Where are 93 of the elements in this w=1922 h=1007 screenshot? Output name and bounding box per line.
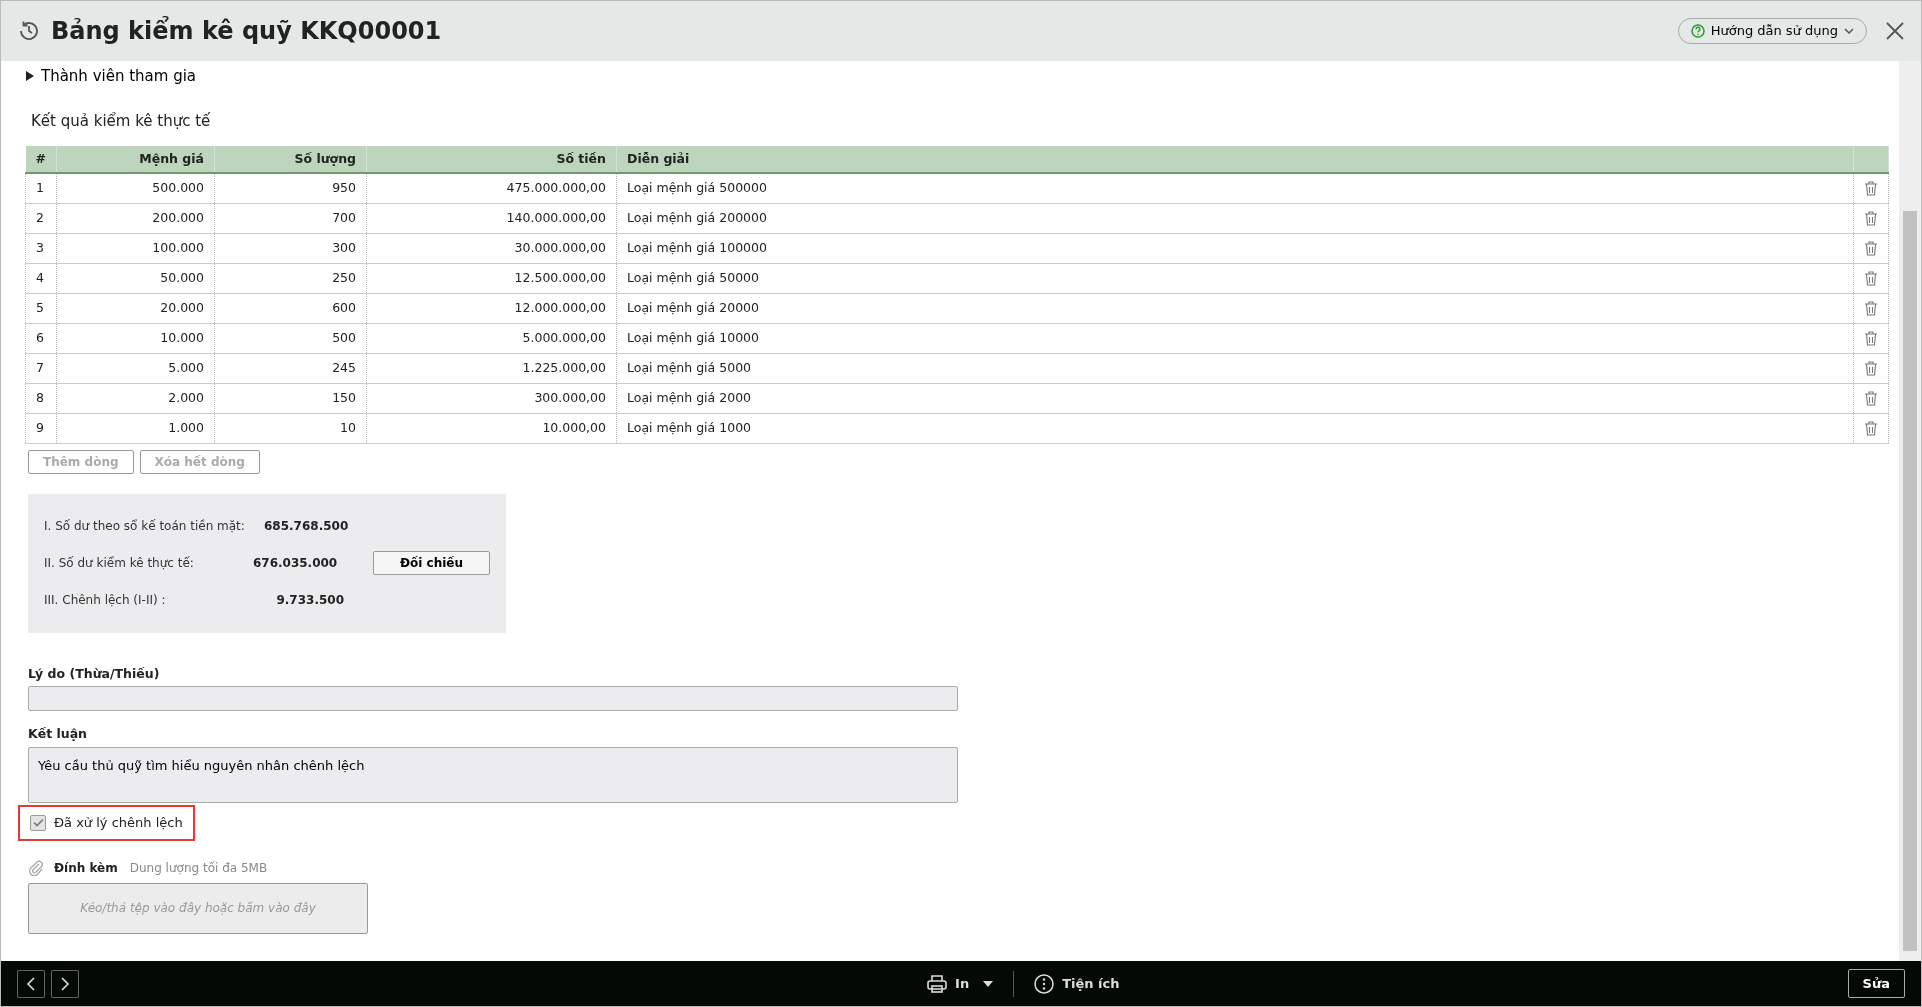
column-header: Số tiền [366,146,617,173]
help-icon [1690,24,1705,38]
table-cell: 30.000.000,00 [366,233,617,263]
conclusion-field[interactable]: Yêu cầu thủ quỹ tìm hiểu nguyên nhân chênh lệch [28,747,958,803]
trash-icon[interactable] [1864,180,1878,196]
previous-button[interactable] [17,969,45,998]
summary-label: I. Số dư theo sổ kế toán tiền mặt: [44,518,246,535]
table-cell: 245 [214,353,367,383]
table-cell: 10.000,00 [366,413,617,443]
trash-icon[interactable] [1864,240,1878,256]
trash-icon[interactable] [1864,270,1878,286]
members-expander[interactable]: Thành viên tham gia [25,65,197,88]
table-cell: Loại mệnh giá 100000 [616,233,1854,263]
table-cell: 500.000 [56,173,215,203]
table-cell: 12.000.000,00 [366,293,617,323]
table-cell: 200.000 [56,203,215,233]
edit-button[interactable]: Sửa [1847,968,1905,999]
table-cell: 950 [214,173,367,203]
table-cell: 250 [214,263,367,293]
info-icon [1034,973,1055,994]
column-header: Diễn giải [616,146,1854,173]
caret-icon[interactable] [983,980,994,987]
chevron-right-icon [60,976,70,991]
table-cell: 9 [25,413,57,443]
close-button[interactable] [1885,21,1905,41]
window-title: Bảng kiểm kê quỹ KKQ00001 [51,16,442,46]
printer-icon [927,974,948,993]
summary-label: II. Số dư kiểm kê thực tế: [44,555,195,572]
table-cell: 1.000 [56,413,215,443]
reconcile-button[interactable]: Đối chiếu [372,551,490,575]
checkbox[interactable] [30,814,46,831]
table-cell: Loại mệnh giá 20000 [616,293,1854,323]
table-cell: 700 [214,203,367,233]
table-cell: 475.000.000,00 [366,173,617,203]
table-cell: 10.000 [56,323,215,353]
table-cell: Loại mệnh giá 1000 [616,413,1854,443]
paperclip-icon [28,859,44,876]
history-icon [17,19,41,43]
summary-label: III. Chênh lệch (I-II) : [44,592,167,609]
utilities-button[interactable]: Tiện ích [1034,973,1120,994]
section-title: Kết quả kiểm kê thực tế [31,110,212,132]
table-cell: 50.000 [56,263,215,293]
trash-icon[interactable] [1864,420,1878,436]
column-header: Mệnh giá [56,146,215,173]
table-cell: 2 [25,203,57,233]
next-button[interactable] [51,969,79,998]
table-cell: 5 [25,293,57,323]
table-cell: Loại mệnh giá 5000 [616,353,1854,383]
table-cell: 140.000.000,00 [366,203,617,233]
summary-value: 9.733.500 [275,592,344,609]
triangle-right-icon [25,71,35,82]
table-cell: 10 [214,413,367,443]
table-cell: Loại mệnh giá 200000 [616,203,1854,233]
trash-icon[interactable] [1864,210,1878,226]
table-cell: 150 [214,383,367,413]
table-cell: 6 [25,323,57,353]
trash-icon[interactable] [1864,300,1878,316]
table-cell: Loại mệnh giá 2000 [616,383,1854,413]
table-cell: 300.000,00 [366,383,617,413]
table-cell: Loại mệnh giá 50000 [616,263,1854,293]
field-label: Lý do (Thừa/Thiếu) [28,664,161,683]
trash-icon[interactable] [1864,390,1878,406]
table-cell: 600 [214,293,367,323]
table-cell: 500 [214,323,367,353]
chevron-left-icon [26,976,36,991]
column-header: Số lượng [214,146,367,173]
attachment-hint: Dung lượng tối đa 5MB [129,859,268,877]
trash-icon[interactable] [1864,330,1878,346]
trash-icon[interactable] [1864,360,1878,376]
chevron-down-icon [1844,28,1854,34]
checkbox-label: Đã xử lý chênh lệch [54,814,183,832]
reason-field[interactable] [28,686,958,712]
attachment-label: Đính kèm [54,859,118,877]
print-button[interactable]: In [927,973,970,994]
table-cell: 5.000.000,00 [366,323,617,353]
column-header: # [25,146,57,173]
table-cell: 5.000 [56,353,215,383]
table-cell: 1.225.000,00 [366,353,617,383]
field-label: Kết luận [28,725,88,744]
table-cell: 12.500.000,00 [366,263,617,293]
table-cell: Loại mệnh giá 500000 [616,173,1854,203]
scrollbar-thumb[interactable] [1903,211,1917,951]
table-cell: 4 [25,263,57,293]
table-cell: 20.000 [56,293,215,323]
table-cell: 1 [25,173,57,203]
table-cell: 2.000 [56,383,215,413]
table-cell: 3 [25,233,57,263]
table-cell: 8 [25,383,57,413]
table-cell: 300 [214,233,367,263]
table-cell: 7 [25,353,57,383]
table-cell: 100.000 [56,233,215,263]
close-icon [1885,21,1905,41]
table-cell: Loại mệnh giá 10000 [616,323,1854,353]
